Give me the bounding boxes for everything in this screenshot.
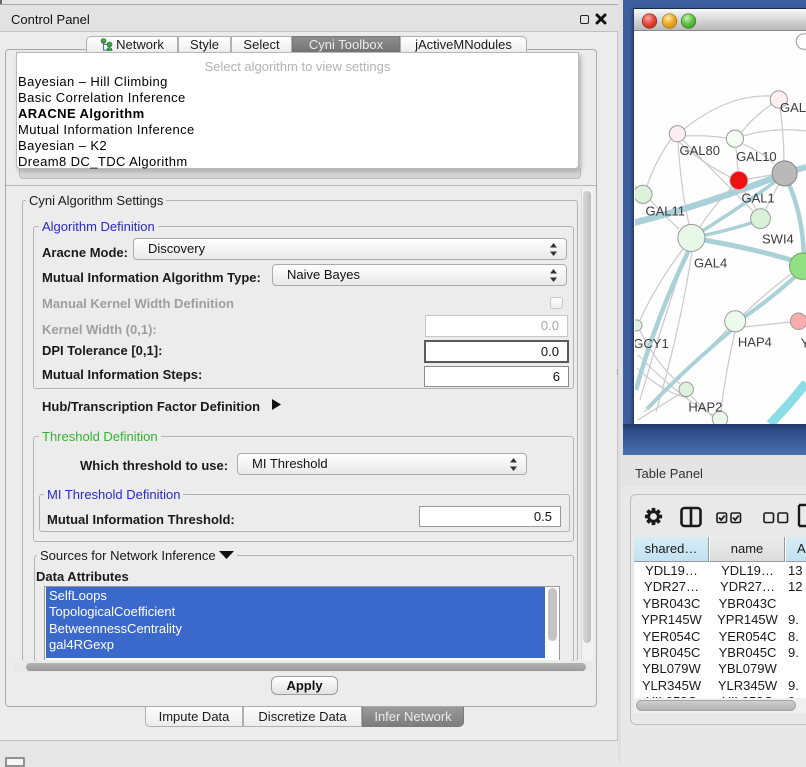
svg-text:HAP4: HAP4 — [738, 335, 772, 350]
svg-text:GAL4: GAL4 — [694, 256, 727, 271]
svg-text:GAL80: GAL80 — [680, 143, 720, 158]
svg-text:GAL1: GAL1 — [742, 191, 775, 206]
svg-text:GCY1: GCY1 — [635, 336, 669, 351]
svg-text:GAL11: GAL11 — [646, 204, 686, 219]
svg-text:GAL10: GAL10 — [736, 149, 776, 164]
svg-text:SWI4: SWI4 — [762, 232, 794, 247]
svg-text:Y: Y — [801, 336, 806, 351]
svg-text:GAL2: GAL2 — [780, 100, 806, 115]
svg-text:HAP2: HAP2 — [688, 400, 722, 415]
